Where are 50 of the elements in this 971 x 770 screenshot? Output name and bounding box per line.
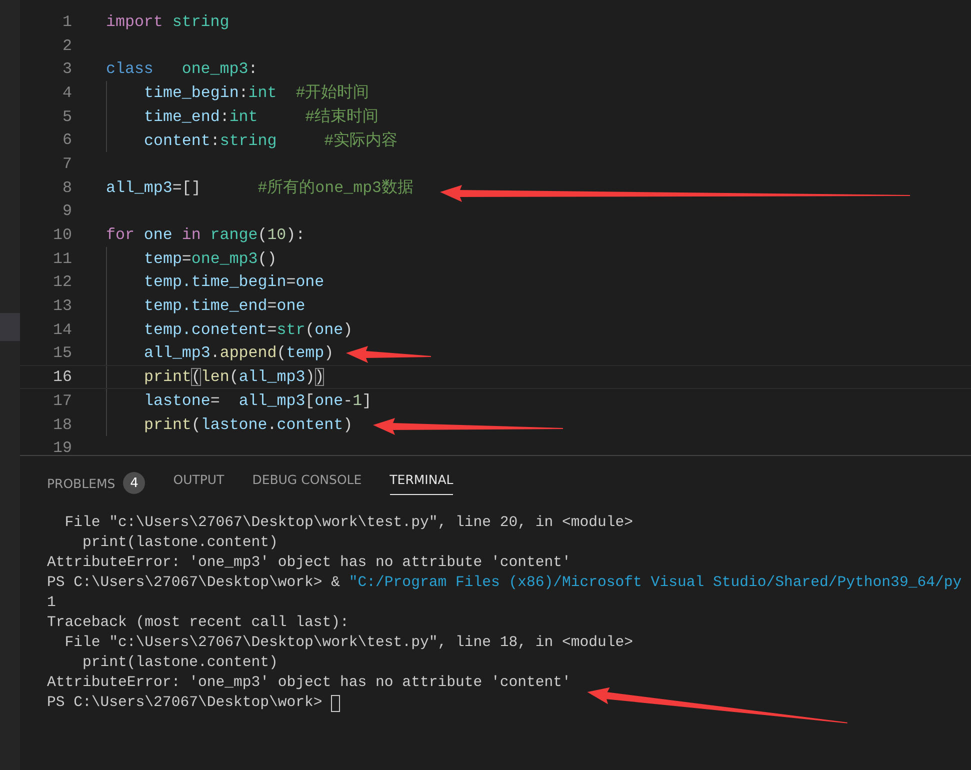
line-number: 7 <box>62 154 72 173</box>
code-line: temp.time_end=one <box>144 297 306 316</box>
terminal-line: print(lastone.content) <box>82 535 278 551</box>
code-line: temp.time_begin=one <box>144 273 324 292</box>
line-number: 17 <box>52 392 72 410</box>
line-number: 4 <box>62 84 72 102</box>
terminal-line: print(lastone.content) <box>82 655 278 671</box>
line-number: 9 <box>62 202 72 220</box>
code-line: all_mp3.append(temp) <box>144 344 334 362</box>
sidebar-highlight <box>0 313 20 341</box>
line-number: 12 <box>52 273 72 292</box>
terminal-line: Traceback (most recent call last): <box>47 615 349 631</box>
line-number: 15 <box>52 344 72 362</box>
line-number: 3 <box>62 60 72 78</box>
code-line: temp=one_mp3() <box>144 250 277 268</box>
line-number: 11 <box>52 250 72 268</box>
code-line: import string <box>106 12 230 31</box>
terminal-line: File "c:\Users\27067\Desktop\work\test.py", line 18, in <module> <box>64 635 634 651</box>
line-number: 1 <box>62 12 72 31</box>
code-line: class one_mp3: <box>106 60 258 78</box>
terminal-line: PS C:\Users\27067\Desktop\work> <box>47 695 324 711</box>
line-number: 10 <box>52 226 72 244</box>
code-line: time_end:int #结束时间 <box>144 106 379 128</box>
code-line: print(len(all_mp3)) <box>144 368 324 386</box>
code-line: for one in range(10): <box>106 226 306 244</box>
terminal-line: AttributeError: 'one_mp3' object has no attribute 'content' <box>47 555 571 571</box>
terminal-line: File "c:\Users\27067\Desktop\work\test.py", line 20, in <module> <box>64 515 634 531</box>
line-number: 19 <box>52 439 72 458</box>
code-line: content:string #实际内容 <box>144 130 398 151</box>
line-number: 16 <box>52 368 72 386</box>
code-line: temp.conetent=str(one) <box>144 320 353 339</box>
code-line: time_begin:int #开始时间 <box>144 82 370 104</box>
line-number: 8 <box>62 178 72 197</box>
terminal-line: PS C:\Users\27067\Desktop\work> & "C:/Program Files (x86)/Microsoft Visual Studio/Shared/Python39_64/py <box>47 575 962 591</box>
line-number: 5 <box>62 108 72 126</box>
terminal-line: 1 <box>47 595 56 611</box>
code-line: lastone= all_mp3[one-1] <box>144 392 372 410</box>
line-number: 14 <box>52 320 72 339</box>
code-line: print(lastone.content) <box>144 416 353 434</box>
line-number: 13 <box>52 297 72 316</box>
line-number: 18 <box>52 416 72 434</box>
line-number: 6 <box>62 131 72 150</box>
line-number: 2 <box>62 36 72 55</box>
panel-tab[interactable]: TERMINAL <box>390 472 454 495</box>
terminal-line: AttributeError: 'one_mp3' object has no attribute 'content' <box>47 675 571 691</box>
panel-tab[interactable]: OUTPUT <box>173 472 224 495</box>
count-badge: 4 <box>123 472 146 494</box>
panel-tab[interactable]: DEBUG CONSOLE <box>252 472 362 495</box>
code-line: all_mp3=[] #所有的one_mp3数据 <box>106 178 414 198</box>
panel-tab[interactable]: PROBLEMS 4 <box>47 472 146 502</box>
